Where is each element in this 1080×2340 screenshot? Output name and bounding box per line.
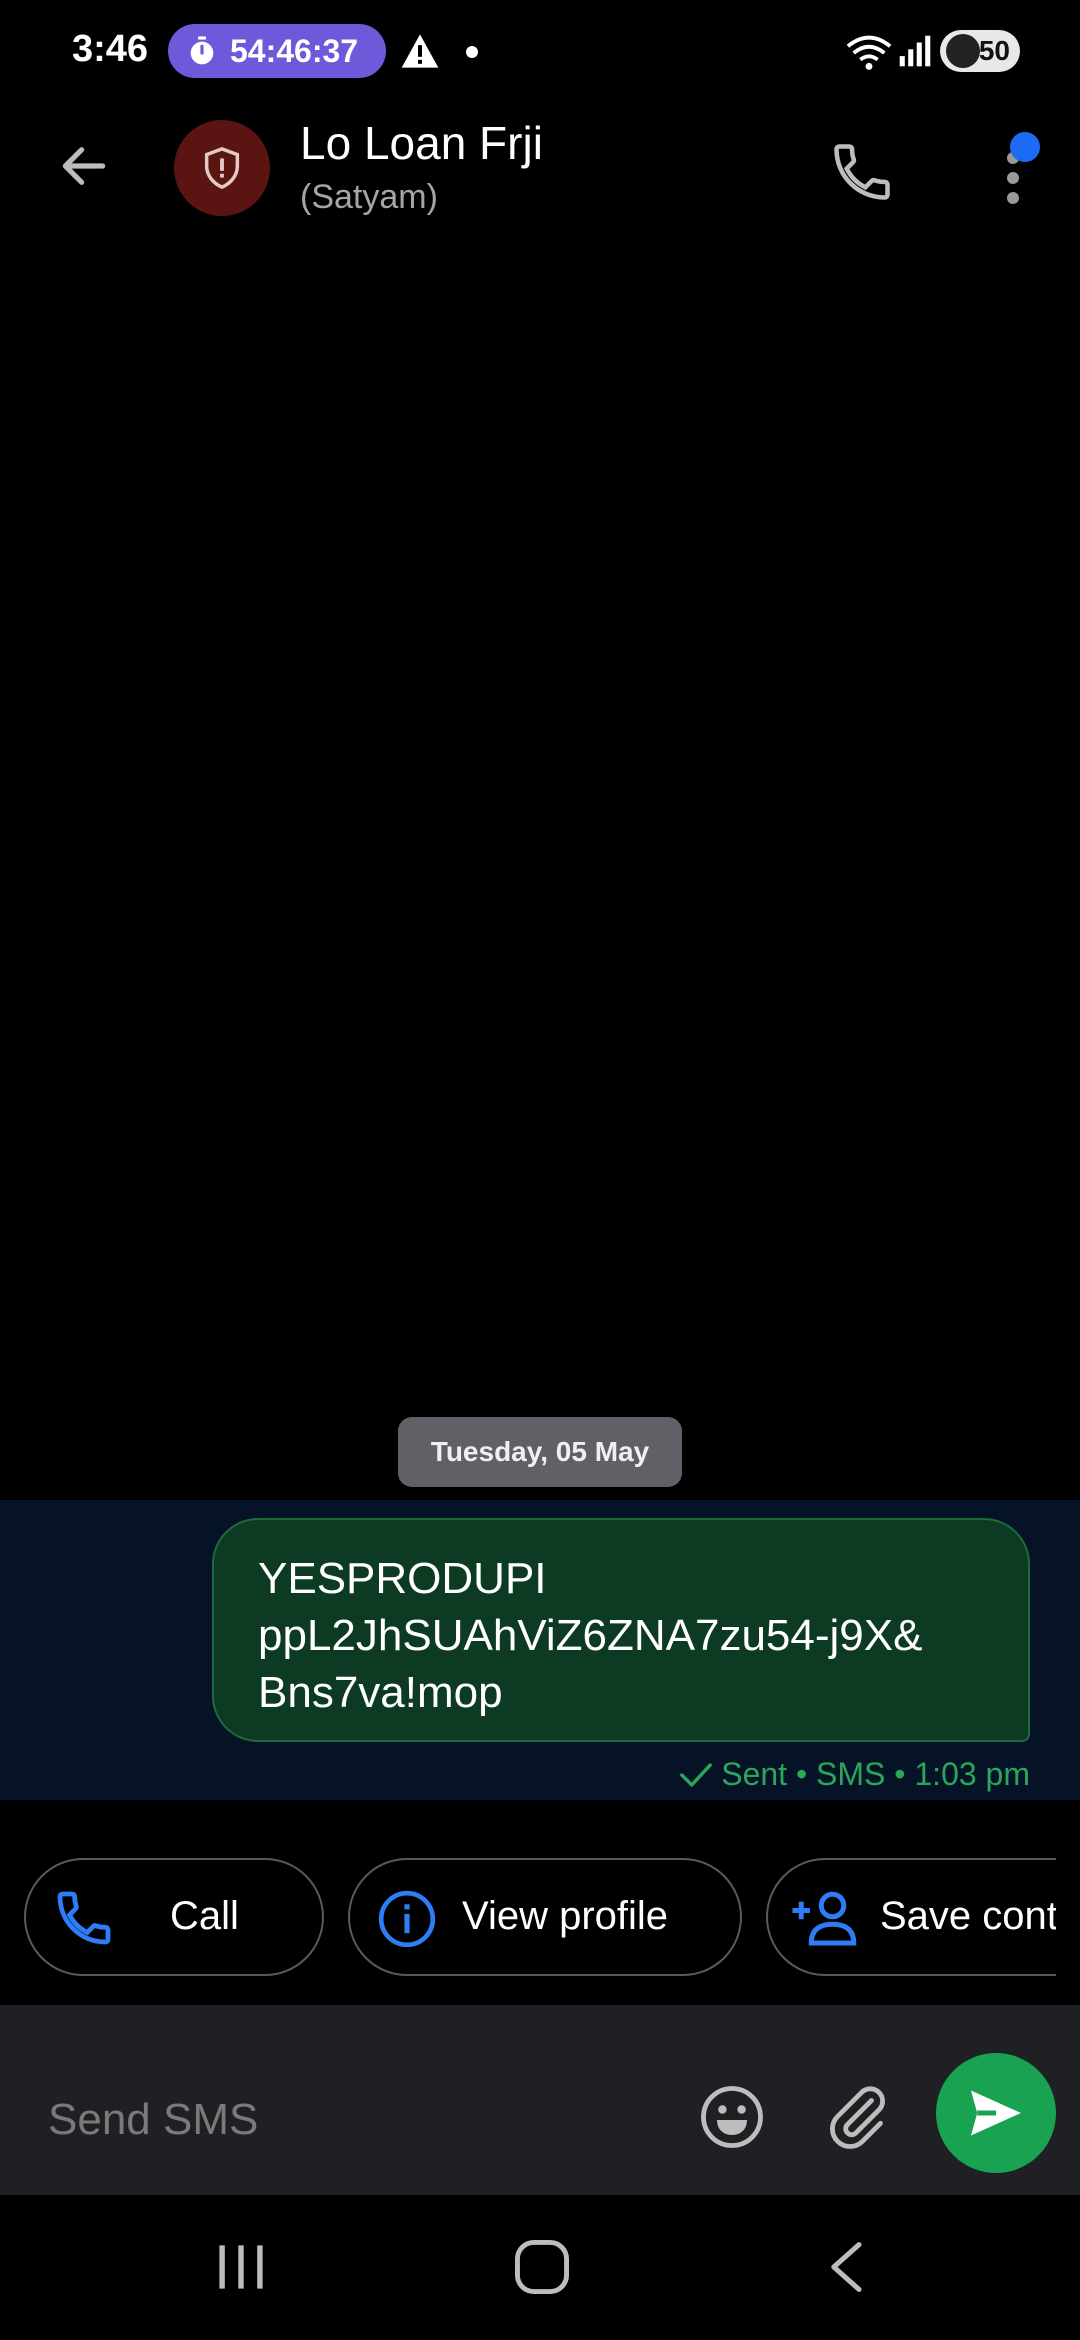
messages-screen: 3:46 54:46:37 50 Lo Loan Frji (Satyam) T… xyxy=(0,0,1080,2340)
message-input[interactable] xyxy=(48,2085,648,2155)
call-button[interactable] xyxy=(822,132,902,212)
message-composer xyxy=(0,2005,1080,2195)
phone-icon xyxy=(57,1891,111,1945)
paperclip-icon xyxy=(830,2086,885,2149)
message-line: Bns7va!mop xyxy=(258,1668,503,1717)
emoji-icon xyxy=(701,2086,763,2148)
chip-label: Call xyxy=(170,1894,239,1938)
conversation-header: Lo Loan Frji (Satyam) xyxy=(0,110,1080,240)
avatar[interactable] xyxy=(174,120,270,216)
timer-text: 54:46:37 xyxy=(230,32,359,69)
more-options-button[interactable] xyxy=(990,132,1040,212)
chip-view-profile[interactable]: View profile xyxy=(348,1858,742,1976)
status-time: 3:46 xyxy=(72,28,149,70)
contact-name[interactable]: Lo Loan Frji xyxy=(300,116,543,170)
message-line: YESPRODUPI xyxy=(258,1554,547,1603)
recents-icon[interactable] xyxy=(214,2239,268,2295)
send-icon xyxy=(971,2090,1021,2136)
battery-level: 50 xyxy=(978,35,1010,66)
chip-call[interactable]: Call xyxy=(24,1858,324,1976)
arrow-left-icon xyxy=(62,147,106,185)
phone-icon xyxy=(834,144,890,200)
chip-save-contact[interactable]: Save contact xyxy=(766,1858,1056,1976)
suggestion-chips: Call View profile Save contact xyxy=(0,1858,1056,1980)
info-icon xyxy=(378,1890,436,1948)
chip-label: Save contact xyxy=(880,1894,1056,1938)
status-bar: 3:46 54:46:37 50 xyxy=(0,0,1080,100)
date-label: Tuesday, 05 May xyxy=(430,1436,650,1467)
message-status-text: Sent • SMS • 1:03 pm xyxy=(721,1756,1030,1792)
attach-button[interactable] xyxy=(822,2081,894,2153)
notification-badge xyxy=(1010,132,1040,162)
send-button[interactable] xyxy=(936,2053,1056,2173)
shield-alert-icon xyxy=(204,146,240,190)
add-person-icon xyxy=(792,1891,857,1946)
message-row: YESPRODUPI ppL2JhSUAhViZ6ZNA7zu54-j9X& B… xyxy=(0,1500,1080,1800)
signal-icon xyxy=(899,35,931,67)
back-button[interactable] xyxy=(50,132,118,200)
check-icon xyxy=(680,1762,713,1787)
message-status: Sent • SMS • 1:03 pm xyxy=(679,1756,1030,1793)
chip-label: View profile xyxy=(462,1894,669,1938)
emoji-button[interactable] xyxy=(696,2081,768,2153)
date-separator: Tuesday, 05 May xyxy=(398,1417,682,1487)
message-line: ppL2JhSUAhViZ6ZNA7zu54-j9X& xyxy=(258,1611,923,1660)
home-icon[interactable] xyxy=(512,2235,572,2299)
system-navigation-bar xyxy=(0,2195,1080,2340)
wifi-icon xyxy=(846,35,892,70)
contact-subtitle: (Satyam) xyxy=(300,178,438,216)
battery-indicator: 50 xyxy=(940,30,1020,72)
stopwatch-icon xyxy=(190,36,214,65)
back-nav-icon[interactable] xyxy=(820,2239,870,2295)
timer-chip[interactable]: 54:46:37 xyxy=(168,24,386,78)
warning-icon xyxy=(401,34,439,68)
message-bubble[interactable]: YESPRODUPI ppL2JhSUAhViZ6ZNA7zu54-j9X& B… xyxy=(212,1518,1030,1742)
battery-saver-icon xyxy=(946,34,980,68)
notification-dot-icon xyxy=(466,46,478,58)
